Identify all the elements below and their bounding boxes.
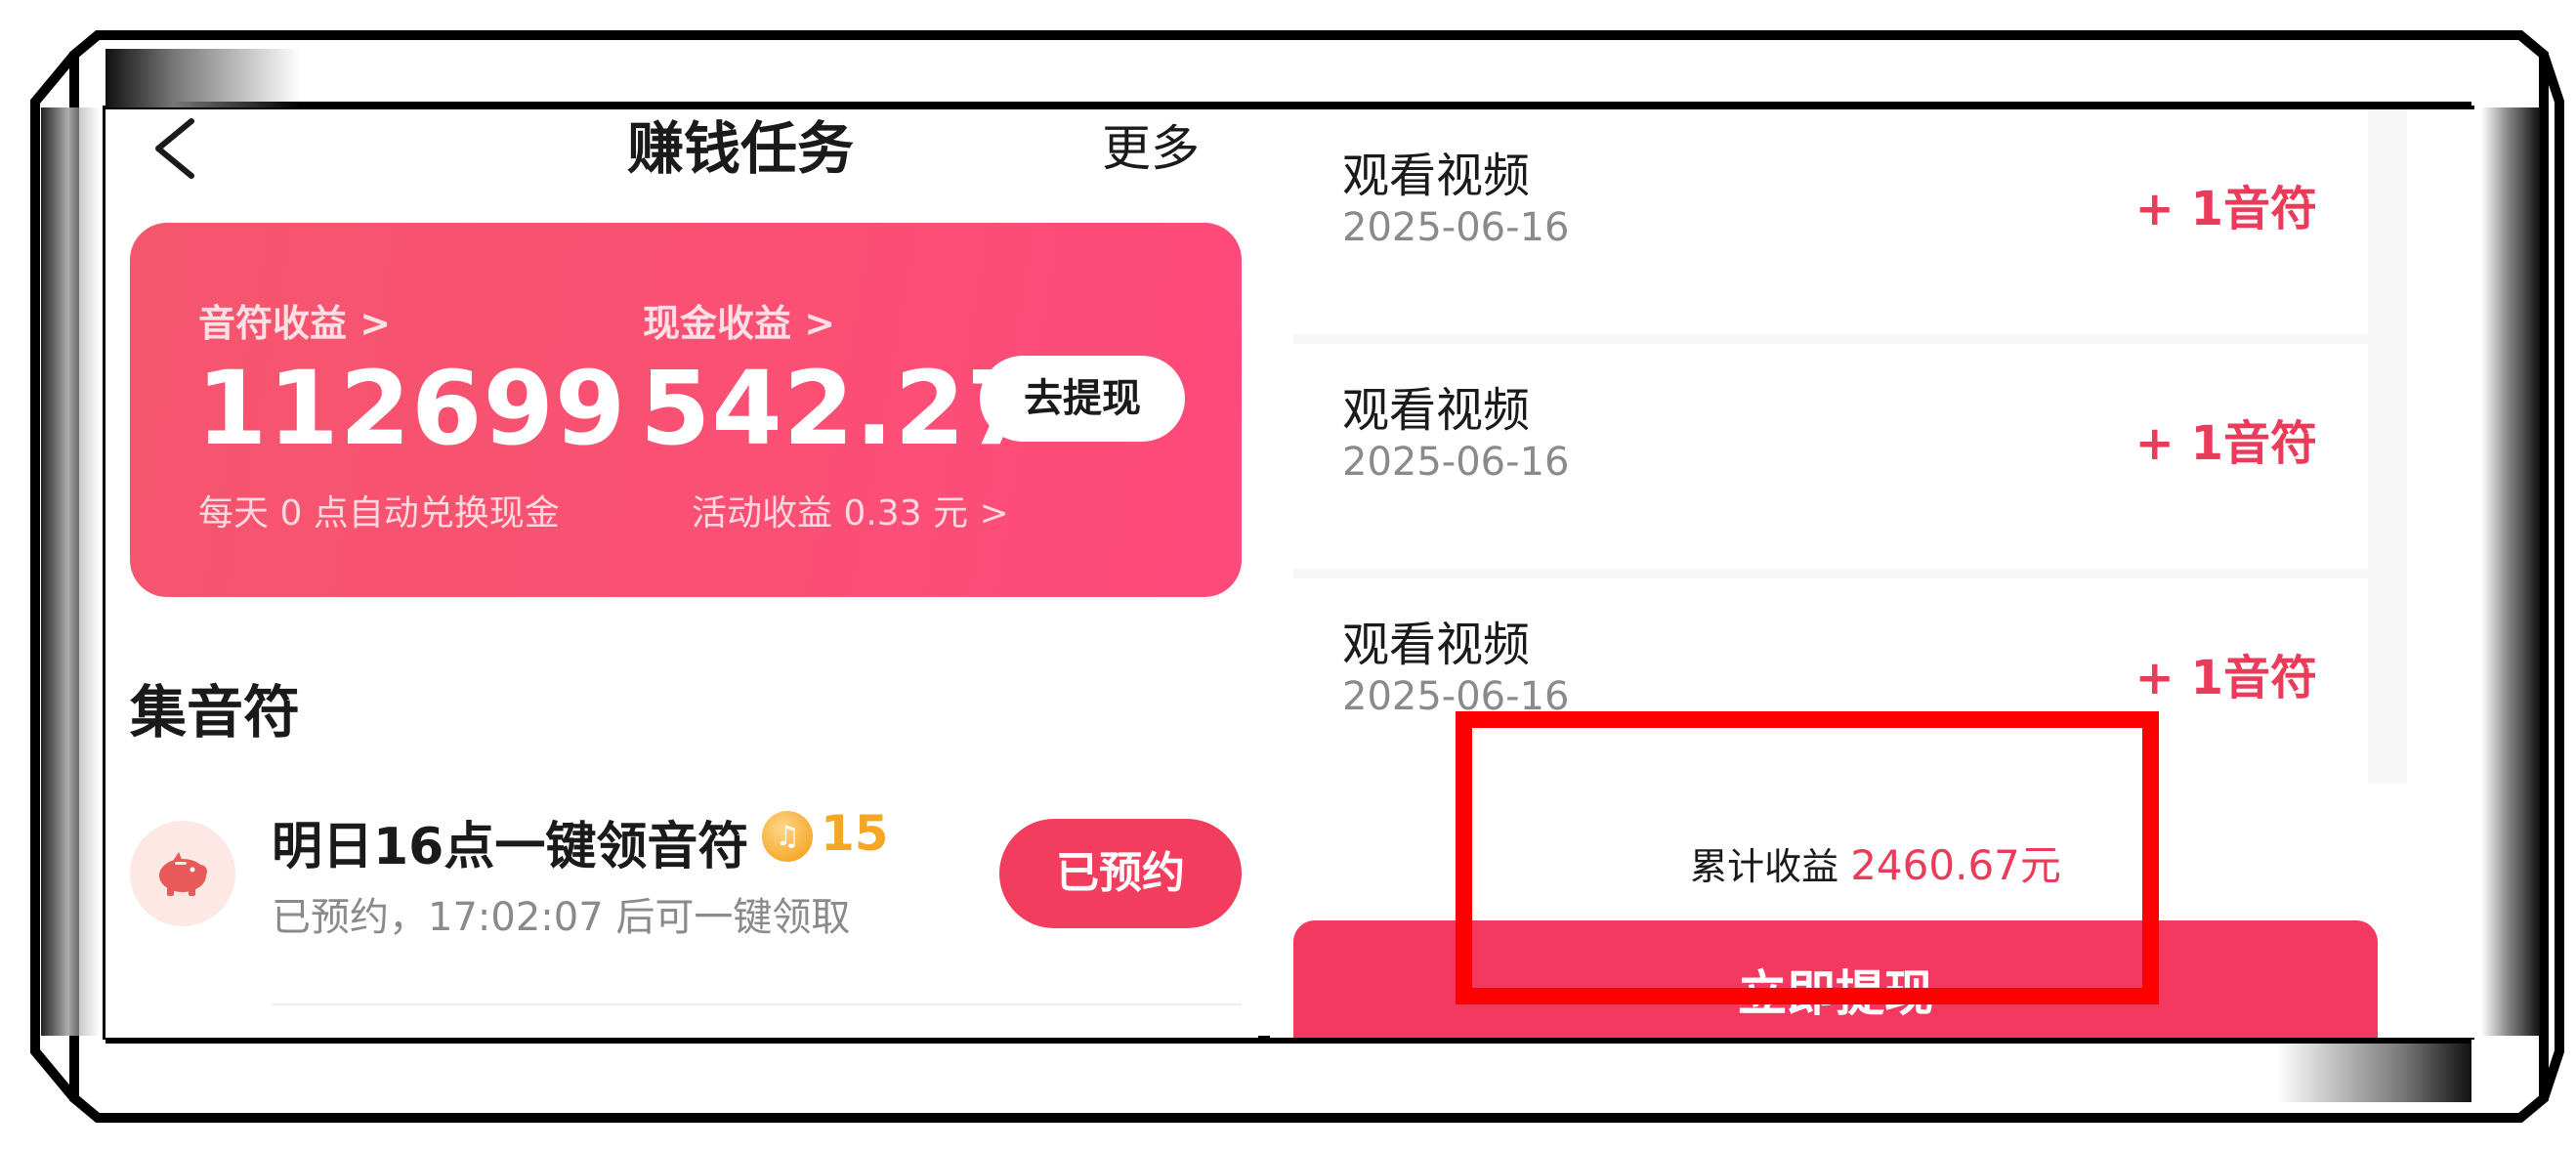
records-list: 观看视频 2025-06-16 + 1音符 观看视频 2025-06-16 + … bbox=[1293, 109, 2407, 803]
activity-earnings-link[interactable]: 活动收益 0.33 元 > bbox=[692, 485, 1009, 535]
earn-tasks-panel: 赚钱任务 更多 音符收益 > 112699 每天 0 点自动兑换现金 现金收益 … bbox=[106, 109, 1258, 1038]
piggy-bank-icon bbox=[130, 821, 235, 926]
record-amount: + 1音符 bbox=[2134, 416, 2317, 471]
record-amount: + 1音符 bbox=[2134, 182, 2317, 236]
cash-earnings-value: 542.27 bbox=[640, 349, 1038, 468]
task-reward-count: 15 bbox=[821, 805, 889, 862]
notes-earnings-value: 112699 bbox=[196, 349, 627, 468]
withdraw-button[interactable]: 去提现 bbox=[980, 356, 1185, 442]
record-title: 观看视频 bbox=[1342, 149, 1531, 203]
earnings-card: 音符收益 > 112699 每天 0 点自动兑换现金 现金收益 > 542.27… bbox=[130, 223, 1242, 597]
section-title: 集音符 bbox=[130, 679, 301, 746]
record-date: 2025-06-16 bbox=[1342, 440, 1570, 485]
task-title: 明日16点一键领音符 bbox=[272, 818, 749, 876]
notes-earnings-label[interactable]: 音符收益 > bbox=[198, 293, 391, 347]
task-subtitle: 已预约，17:02:07 后可一键领取 bbox=[272, 895, 851, 940]
reserved-button[interactable]: 已预约 bbox=[999, 819, 1242, 928]
page-title: 赚钱任务 bbox=[626, 115, 854, 182]
record-title: 观看视频 bbox=[1342, 618, 1531, 672]
notes-exchange-hint: 每天 0 点自动兑换现金 bbox=[198, 493, 560, 533]
list-item: 观看视频 2025-06-16 + 1音符 bbox=[1293, 344, 2368, 569]
music-note-coin-icon: ♫ bbox=[762, 811, 813, 862]
list-item: 观看视频 2025-06-16 + 1音符 bbox=[1293, 109, 2368, 334]
divider bbox=[272, 1003, 1242, 1005]
record-title: 观看视频 bbox=[1342, 383, 1531, 438]
cash-earnings-label[interactable]: 现金收益 > bbox=[643, 293, 835, 347]
highlight-box bbox=[1456, 711, 2159, 1004]
record-date: 2025-06-16 bbox=[1342, 205, 1570, 250]
more-link[interactable]: 更多 bbox=[1102, 109, 1200, 188]
chevron-left-icon[interactable] bbox=[145, 109, 203, 188]
record-amount: + 1音符 bbox=[2134, 651, 2317, 705]
